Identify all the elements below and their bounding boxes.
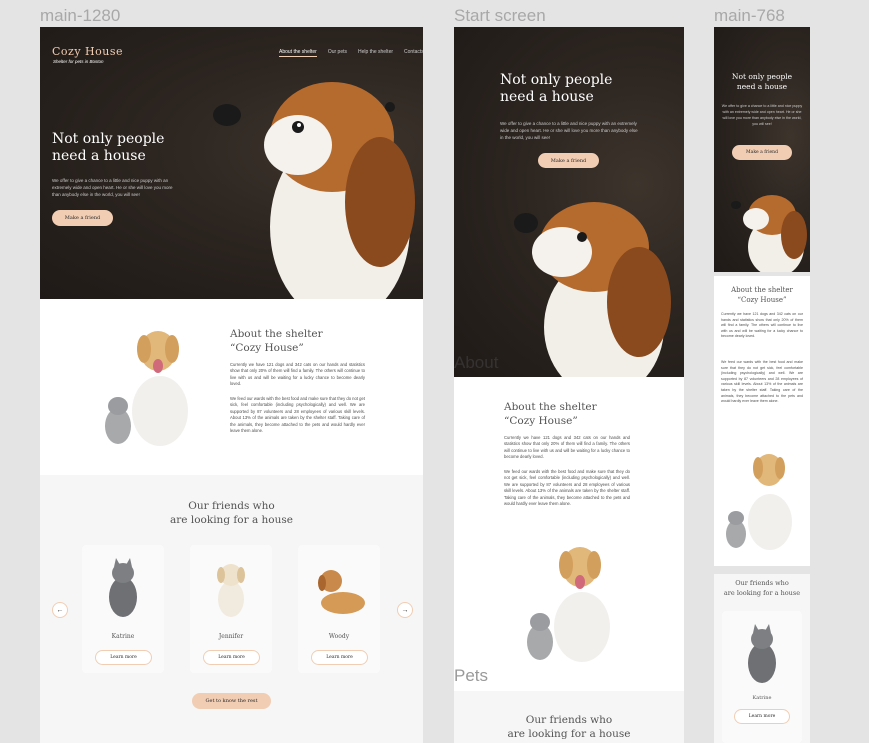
friends-section: Our friends who are looking for a house xyxy=(454,691,684,743)
logo-title[interactable]: Cozy House xyxy=(52,45,123,58)
about-title: About the shelter “Cozy House” xyxy=(714,286,810,305)
learn-more-button[interactable]: Learn more xyxy=(311,650,368,665)
cat-image xyxy=(109,558,137,617)
friends-section: Our friends who are looking for a house … xyxy=(714,574,810,743)
dog-image xyxy=(318,570,365,614)
learn-more-button[interactable]: Learn more xyxy=(734,709,790,724)
dog-and-cat-image xyxy=(726,454,792,550)
friends-title: Our friends who are looking for a house xyxy=(454,713,684,741)
hero-title-line1: Not only people xyxy=(500,72,613,88)
about-paragraph-2: We feed our wards with the best food and… xyxy=(230,396,365,434)
hero-section: Not only people need a house We offer to… xyxy=(714,27,810,272)
about-title-line1: About the shelter xyxy=(731,286,793,294)
about-paragraph-1: Currently we have 121 dogs and 342 cats … xyxy=(721,312,803,339)
overlay-label-about: About xyxy=(454,353,499,372)
dog-and-cat-image xyxy=(105,331,188,446)
about-title-line2: “Cozy House” xyxy=(504,415,578,427)
hero-title-line2: need a house xyxy=(52,148,146,164)
nav-contacts[interactable]: Contacts xyxy=(404,49,423,57)
nav-pets[interactable]: Our pets xyxy=(328,49,347,57)
overlay-label-pets: Pets xyxy=(454,666,489,685)
about-section: About the shelter “Cozy House” Currently… xyxy=(40,299,423,475)
about-title: About the shelter “Cozy House” xyxy=(230,327,323,355)
about-paragraph-1: Currently we have 121 dogs and 342 cats … xyxy=(230,362,365,387)
hero-title-line2: need a house xyxy=(500,89,594,105)
get-to-know-rest-button[interactable]: Get to know the rest xyxy=(192,693,271,709)
friends-title-line1: Our friends who xyxy=(735,579,789,587)
nav-bar: About the shelter Our pets Help the shel… xyxy=(279,49,423,57)
hero-section: Not only people need a house We offer to… xyxy=(454,27,684,377)
hero-text: We offer to give a chance to a little an… xyxy=(500,121,638,140)
logo-subtitle: Shelter for pets in Boston xyxy=(53,59,104,64)
pet-name: Katrine xyxy=(111,633,135,640)
learn-more-button[interactable]: Learn more xyxy=(203,650,260,665)
friends-title-line2: are looking for a house xyxy=(723,588,801,597)
hero-title: Not only people need a house xyxy=(714,72,810,92)
friends-section: Our friends who are looking for a house … xyxy=(40,475,423,743)
pet-card[interactable]: Katrine Learn more xyxy=(82,545,164,673)
hero-title: Not only people need a house xyxy=(500,72,612,106)
hero-text: We offer to give a chance to a little an… xyxy=(721,104,803,126)
frame-main-768: Not only people need a house We offer to… xyxy=(714,27,810,743)
friends-title-line2: are looking for a house xyxy=(507,728,631,740)
nav-help[interactable]: Help the shelter xyxy=(358,49,393,57)
pet-card[interactable]: Katrine Learn more xyxy=(722,611,802,743)
arrow-left-button[interactable]: ← xyxy=(52,602,68,618)
about-title-line1: About the shelter xyxy=(504,401,597,413)
hero-section: Cozy House Shelter for pets in Boston Ab… xyxy=(40,27,423,299)
cat-image xyxy=(748,624,776,683)
friends-title: Our friends who are looking for a house xyxy=(714,579,810,598)
about-paragraph-1: Currently we have 121 dogs and 342 cats … xyxy=(504,435,630,460)
frame-label-start-screen: Start screen xyxy=(454,6,546,25)
frame-label-main-768: main-768 xyxy=(714,6,785,25)
arrow-right-button[interactable]: → xyxy=(397,602,413,618)
hero-title-line1: Not only people xyxy=(731,72,793,81)
about-section: About the shelter “Cozy House” Currently… xyxy=(454,377,684,691)
friends-title-line2: are looking for a house xyxy=(170,514,293,526)
frame-start-screen: Not only people need a house We offer to… xyxy=(454,27,684,743)
friends-title-line1: Our friends who xyxy=(525,714,613,726)
pet-card[interactable]: Jennifer Learn more xyxy=(190,545,272,673)
about-title-line1: About the shelter xyxy=(230,328,323,340)
frame-main-1280: Cozy House Shelter for pets in Boston Ab… xyxy=(40,27,423,743)
hero-title-line1: Not only people xyxy=(52,131,165,147)
about-section: About the shelter “Cozy House” Currently… xyxy=(714,276,810,566)
hero-title: Not only people need a house xyxy=(52,131,164,165)
about-title-line2: “Cozy House” xyxy=(230,342,304,354)
dog-and-cat-image xyxy=(527,547,610,662)
pet-name: Jennifer xyxy=(218,633,244,640)
hero-text: We offer to give a chance to a little an… xyxy=(52,178,173,197)
about-paragraph-2: We feed our wards with the best food and… xyxy=(721,360,803,404)
pet-name: Woody xyxy=(328,633,350,640)
friends-title: Our friends who are looking for a house xyxy=(40,499,423,527)
about-title-line2: “Cozy House” xyxy=(737,295,787,304)
about-paragraph-2: We feed our wards with the best food and… xyxy=(504,469,630,507)
pet-card[interactable]: Woody Learn more xyxy=(298,545,380,673)
friends-title-line1: Our friends who xyxy=(188,500,275,512)
nav-about[interactable]: About the shelter xyxy=(279,49,317,57)
make-friend-button[interactable]: Make a friend xyxy=(538,153,599,168)
frame-label-main-1280: main-1280 xyxy=(40,6,121,25)
make-friend-button[interactable]: Make a friend xyxy=(732,145,792,160)
hero-title-line2: need a house xyxy=(736,82,788,91)
puppy-image xyxy=(217,564,245,617)
pet-name: Katrine xyxy=(752,695,772,701)
learn-more-button[interactable]: Learn more xyxy=(95,650,152,665)
about-title: About the shelter “Cozy House” xyxy=(504,400,597,428)
make-friend-button[interactable]: Make a friend xyxy=(52,210,113,226)
